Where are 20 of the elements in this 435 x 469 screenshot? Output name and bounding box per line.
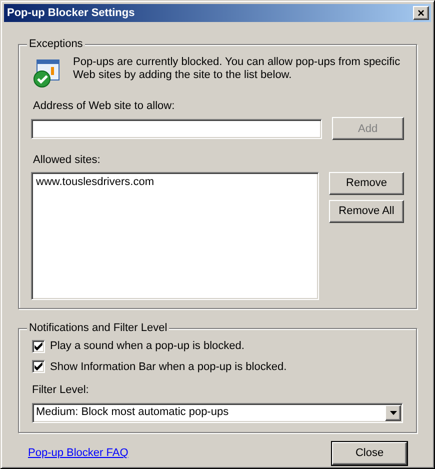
address-field[interactable] xyxy=(31,118,322,139)
info-message: Pop-ups are currently blocked. You can allow pop-ups from specific Web sites by adding the site to the list below. xyxy=(73,56,402,83)
filter-level-dropdown[interactable]: Medium: Block most automatic pop-ups xyxy=(32,402,403,423)
faq-link[interactable]: Pop-up Blocker FAQ xyxy=(28,445,128,462)
group-label: Exceptions xyxy=(27,36,85,51)
close-dialog-button[interactable]: Close xyxy=(332,442,407,465)
remove-all-button[interactable]: Remove All xyxy=(329,200,404,223)
checkbox[interactable] xyxy=(32,340,45,353)
field-label: Filter Level: xyxy=(32,383,90,398)
remove-button[interactable]: Remove xyxy=(329,172,404,195)
checkbox-label: Show Information Bar when a pop-up is blocked. xyxy=(50,360,287,375)
checkbox-label: Play a sound when a pop-up is blocked. xyxy=(50,339,244,354)
checkbox[interactable] xyxy=(32,360,45,374)
close-button[interactable]: × xyxy=(413,6,429,20)
field-label: Address of Web site to allow: xyxy=(33,98,176,114)
allowed-sites-list[interactable]: www.touslesdrivers.com xyxy=(31,172,319,300)
window-title: Pop-up Blocker Settings xyxy=(6,6,135,21)
list-item[interactable]: www.touslesdrivers.com xyxy=(35,176,315,189)
field-label: Allowed sites: xyxy=(33,153,102,168)
popup-shield-icon xyxy=(31,58,61,88)
